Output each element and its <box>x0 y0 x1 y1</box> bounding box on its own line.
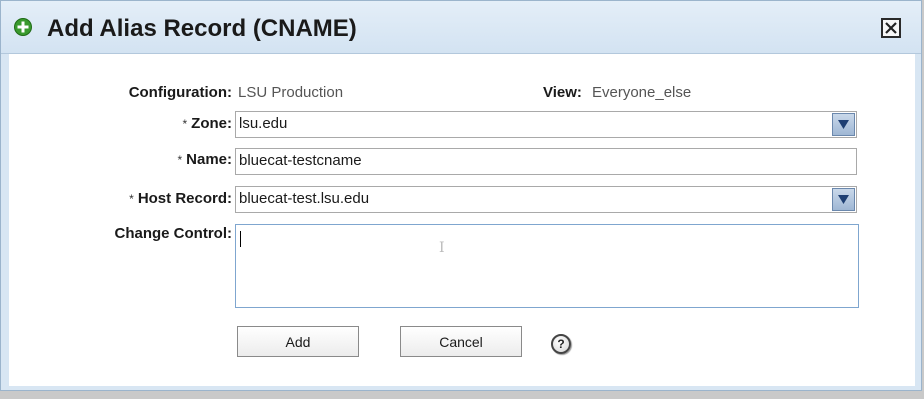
change-control-label: Change Control: <box>114 225 233 242</box>
name-label: * Name: <box>177 151 232 169</box>
host-record-select[interactable]: bluecat-test.lsu.edu <box>235 186 857 213</box>
host-record-label-text: Host Record: <box>137 190 232 207</box>
host-record-dropdown-button[interactable] <box>832 188 855 211</box>
name-value: bluecat-testcname <box>239 152 362 169</box>
name-input[interactable]: bluecat-testcname <box>235 148 857 175</box>
view-value: Everyone_else <box>592 84 692 101</box>
change-control-textarea[interactable]: I <box>235 224 859 308</box>
zone-label: * Zone: <box>183 115 233 133</box>
dialog-body: Configuration: LSU Production View: Ever… <box>9 54 915 386</box>
required-marker: * <box>177 153 183 167</box>
close-button[interactable] <box>881 18 901 38</box>
zone-dropdown-button[interactable] <box>832 113 855 136</box>
dialog-title-bar[interactable]: Add Alias Record (CNAME) <box>1 1 921 54</box>
help-icon[interactable]: ? <box>551 334 571 354</box>
ibeam-cursor-icon: I <box>439 240 445 256</box>
dialog-title: Add Alias Record (CNAME) <box>47 15 357 42</box>
configuration-value: LSU Production <box>238 84 344 101</box>
zone-label-text: Zone: <box>191 115 232 132</box>
name-label-text: Name: <box>186 151 232 168</box>
chevron-down-icon <box>838 120 849 129</box>
host-record-label: * Host Record: <box>129 190 232 208</box>
configuration-label: Configuration: <box>128 84 232 101</box>
add-alias-record-dialog: Add Alias Record (CNAME) Configuration: … <box>0 0 922 391</box>
zone-value: lsu.edu <box>239 115 288 132</box>
view-label: View: <box>543 84 582 101</box>
add-green-icon <box>14 18 32 36</box>
required-marker: * <box>129 192 134 206</box>
close-icon <box>885 22 897 34</box>
cancel-button[interactable]: Cancel <box>400 326 522 357</box>
chevron-down-icon <box>838 195 849 204</box>
text-caret <box>240 231 241 247</box>
required-marker: * <box>182 117 188 131</box>
host-record-value: bluecat-test.lsu.edu <box>239 190 370 207</box>
zone-select[interactable]: lsu.edu <box>235 111 857 138</box>
add-button[interactable]: Add <box>237 326 359 357</box>
